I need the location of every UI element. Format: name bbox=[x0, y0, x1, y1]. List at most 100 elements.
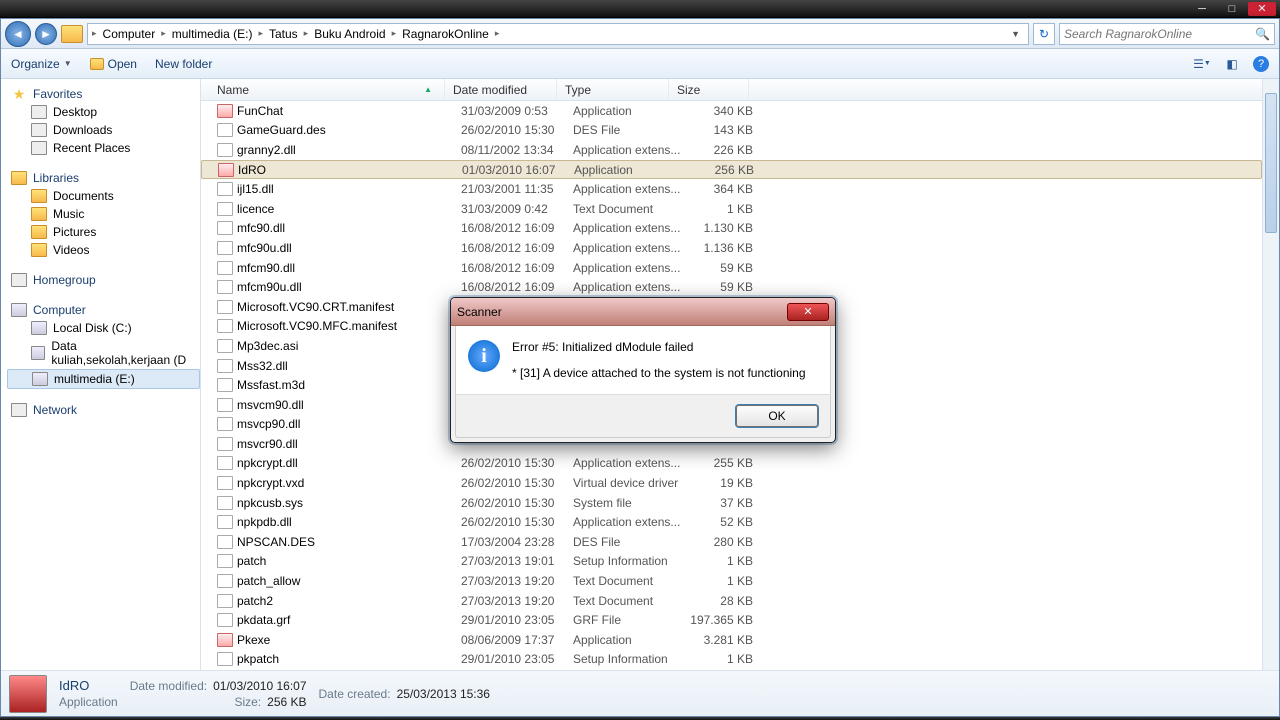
file-icon bbox=[217, 241, 233, 255]
file-size: 19 KB bbox=[685, 476, 759, 490]
minimize-button[interactable]: ─ bbox=[1188, 2, 1216, 16]
file-row[interactable]: mfc90u.dll16/08/2012 16:09Application ex… bbox=[201, 238, 1262, 258]
file-row[interactable]: ijl15.dll21/03/2001 11:35Application ext… bbox=[201, 179, 1262, 199]
file-icon bbox=[217, 221, 233, 235]
open-button[interactable]: Open bbox=[90, 57, 137, 71]
ok-button[interactable]: OK bbox=[736, 405, 818, 427]
forward-button[interactable]: ► bbox=[35, 23, 57, 45]
sidebar-item-desktop[interactable]: Desktop bbox=[7, 103, 200, 121]
chevron-right-icon: ▸ bbox=[92, 28, 97, 39]
sidebar-item-downloads[interactable]: Downloads bbox=[7, 121, 200, 139]
preview-pane-button[interactable]: ◧ bbox=[1223, 55, 1241, 73]
col-size[interactable]: Size bbox=[669, 79, 749, 100]
col-date[interactable]: Date modified bbox=[445, 79, 557, 100]
file-row[interactable]: npkcrypt.dll26/02/2010 15:30Application … bbox=[201, 454, 1262, 474]
help-button[interactable]: ? bbox=[1253, 56, 1269, 72]
sidebar-item-music[interactable]: Music bbox=[7, 205, 200, 223]
search-icon[interactable]: 🔍 bbox=[1255, 27, 1270, 41]
file-date: 16/08/2012 16:09 bbox=[461, 221, 573, 235]
file-row[interactable]: licence31/03/2009 0:42Text Document1 KB bbox=[201, 199, 1262, 219]
crumb[interactable]: RagnarokOnline bbox=[400, 27, 491, 41]
file-name: GameGuard.des bbox=[237, 123, 461, 137]
sidebar-item-drive-c[interactable]: Local Disk (C:) bbox=[7, 319, 200, 337]
file-size: 52 KB bbox=[685, 515, 759, 529]
dialog-close-button[interactable]: ✕ bbox=[787, 303, 829, 321]
file-row[interactable]: npkpdb.dll26/02/2010 15:30Application ex… bbox=[201, 512, 1262, 532]
search-field[interactable] bbox=[1064, 27, 1255, 41]
file-icon bbox=[217, 104, 233, 118]
file-row[interactable]: patch227/03/2013 19:20Text Document28 KB bbox=[201, 591, 1262, 611]
file-row[interactable]: npkcrypt.vxd26/02/2010 15:30Virtual devi… bbox=[201, 473, 1262, 493]
file-size: 1 KB bbox=[685, 554, 759, 568]
file-name: msvcm90.dll bbox=[237, 398, 461, 412]
file-type: Application extens... bbox=[573, 143, 685, 157]
file-icon bbox=[217, 456, 233, 470]
crumb[interactable]: Buku Android bbox=[312, 27, 387, 41]
file-row[interactable]: pkpatch29/01/2010 23:05Setup Information… bbox=[201, 650, 1262, 670]
file-row[interactable]: Pkexe08/06/2009 17:37Application3.281 KB bbox=[201, 630, 1262, 650]
file-row[interactable]: FunChat31/03/2009 0:53Application340 KB bbox=[201, 101, 1262, 121]
crumb[interactable]: Tatus bbox=[267, 27, 300, 41]
back-button[interactable]: ◄ bbox=[5, 21, 31, 47]
scrollbar[interactable] bbox=[1262, 79, 1279, 670]
new-folder-button[interactable]: New folder bbox=[155, 57, 212, 71]
file-row[interactable]: npkcusb.sys26/02/2010 15:30System file37… bbox=[201, 493, 1262, 513]
file-name: IdRO bbox=[238, 163, 462, 177]
chevron-down-icon[interactable]: ▼ bbox=[1007, 29, 1024, 39]
dialog-titlebar[interactable]: Scanner ✕ bbox=[451, 298, 835, 326]
file-icon bbox=[217, 594, 233, 608]
file-row[interactable]: patch27/03/2013 19:01Setup Information1 … bbox=[201, 552, 1262, 572]
file-icon bbox=[217, 437, 233, 451]
crumb[interactable]: multimedia (E:) bbox=[170, 27, 255, 41]
file-type: Application bbox=[573, 633, 685, 647]
file-icon bbox=[217, 574, 233, 588]
sidebar-item-drive-e[interactable]: multimedia (E:) bbox=[7, 369, 200, 389]
file-type: Application extens... bbox=[573, 221, 685, 235]
file-row[interactable]: GameGuard.des26/02/2010 15:30DES File143… bbox=[201, 121, 1262, 141]
sidebar-homegroup[interactable]: Homegroup bbox=[7, 271, 200, 289]
sidebar-item-drive-d[interactable]: Data kuliah,sekolah,kerjaan (D bbox=[7, 337, 200, 369]
file-row[interactable]: mfcm90u.dll16/08/2012 16:09Application e… bbox=[201, 277, 1262, 297]
file-row[interactable]: IdRO01/03/2010 16:07Application256 KB bbox=[201, 160, 1262, 180]
col-name[interactable]: Name▲ bbox=[201, 79, 445, 100]
file-type: Application extens... bbox=[573, 515, 685, 529]
file-icon bbox=[217, 613, 233, 627]
file-icon bbox=[217, 143, 233, 157]
file-size: 59 KB bbox=[685, 261, 759, 275]
scrollbar-thumb[interactable] bbox=[1265, 93, 1277, 233]
sidebar-item-videos[interactable]: Videos bbox=[7, 241, 200, 259]
file-date: 17/03/2004 23:28 bbox=[461, 535, 573, 549]
sidebar-libraries[interactable]: Libraries bbox=[7, 169, 200, 187]
file-type: DES File bbox=[573, 123, 685, 137]
breadcrumb[interactable]: ▸ Computer ▸ multimedia (E:) ▸ Tatus ▸ B… bbox=[87, 23, 1029, 45]
file-row[interactable]: mfcm90.dll16/08/2012 16:09Application ex… bbox=[201, 258, 1262, 278]
sidebar-item-documents[interactable]: Documents bbox=[7, 187, 200, 205]
file-icon bbox=[217, 123, 233, 137]
dialog-title: Scanner bbox=[457, 305, 502, 319]
file-row[interactable]: patch_allow27/03/2013 19:20Text Document… bbox=[201, 571, 1262, 591]
col-type[interactable]: Type bbox=[557, 79, 669, 100]
sidebar-network[interactable]: Network bbox=[7, 401, 200, 419]
search-input[interactable]: 🔍 bbox=[1059, 23, 1275, 45]
computer-icon bbox=[11, 303, 27, 317]
recent-icon bbox=[31, 141, 47, 155]
maximize-button[interactable]: □ bbox=[1218, 2, 1246, 16]
close-button[interactable]: ✕ bbox=[1248, 2, 1276, 16]
file-row[interactable]: pkdata.grf29/01/2010 23:05GRF File197.36… bbox=[201, 610, 1262, 630]
file-row[interactable]: mfc90.dll16/08/2012 16:09Application ext… bbox=[201, 219, 1262, 239]
sidebar-computer[interactable]: Computer bbox=[7, 301, 200, 319]
address-bar: ◄ ► ▸ Computer ▸ multimedia (E:) ▸ Tatus… bbox=[1, 19, 1279, 49]
file-row[interactable]: granny2.dll08/11/2002 13:34Application e… bbox=[201, 140, 1262, 160]
crumb[interactable]: Computer bbox=[101, 27, 158, 41]
view-options-button[interactable]: ☰ ▼ bbox=[1193, 55, 1211, 73]
sidebar-item-pictures[interactable]: Pictures bbox=[7, 223, 200, 241]
sidebar-item-recent[interactable]: Recent Places bbox=[7, 139, 200, 157]
refresh-button[interactable]: ↻ bbox=[1033, 23, 1055, 45]
file-icon bbox=[217, 339, 233, 353]
file-row[interactable]: NPSCAN.DES17/03/2004 23:28DES File280 KB bbox=[201, 532, 1262, 552]
file-type: Application bbox=[573, 104, 685, 118]
organize-button[interactable]: Organize ▼ bbox=[11, 57, 72, 71]
libraries-icon bbox=[11, 171, 27, 185]
sidebar-favorites[interactable]: ★Favorites bbox=[7, 85, 200, 103]
file-date: 31/03/2009 0:42 bbox=[461, 202, 573, 216]
